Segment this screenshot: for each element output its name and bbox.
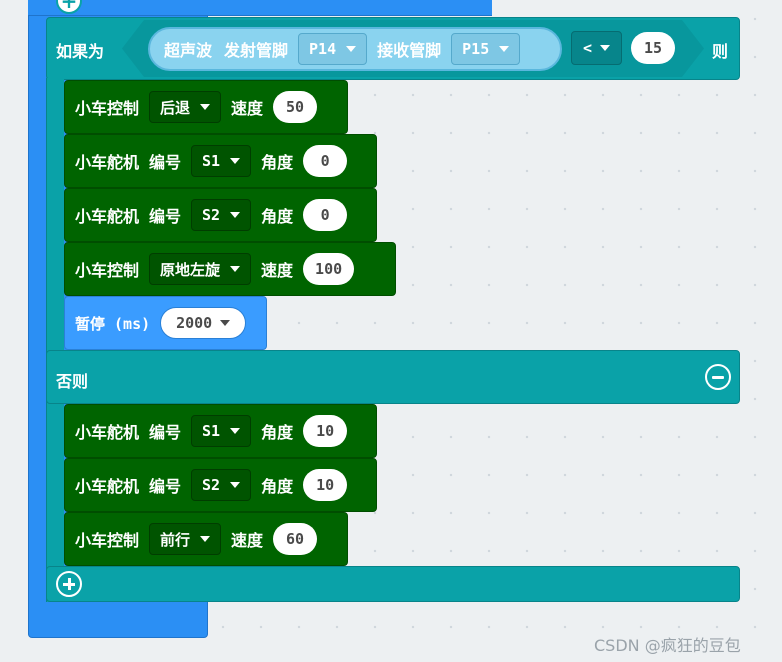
servo-number-label: 编号 [149, 423, 182, 442]
car-control-title: 小车控制 [75, 99, 140, 118]
direction-value: 后退 [160, 98, 191, 117]
plus-circle-icon[interactable] [56, 571, 82, 597]
servo-value: S2 [202, 206, 221, 224]
pause-label: 暂停 (ms) [75, 314, 151, 333]
car-servo-title: 小车舵机 [75, 423, 140, 442]
direction-dropdown[interactable]: 前行 [149, 523, 222, 555]
caret-down-icon [499, 46, 510, 52]
car-servo-block[interactable]: 小车舵机 编号 S1 角度 0 [64, 134, 377, 188]
echo-pin-label: 接收管脚 [377, 41, 442, 60]
else-header[interactable] [46, 350, 740, 404]
caret-down-icon [230, 158, 241, 164]
trig-pin-dropdown[interactable]: P14 [298, 33, 368, 65]
servo-value: S1 [202, 422, 221, 440]
speed-label: 速度 [231, 99, 264, 118]
speed-input[interactable]: 60 [273, 523, 318, 555]
direction-value: 前行 [160, 530, 191, 549]
else-label: 否则 [56, 372, 89, 391]
direction-dropdown[interactable]: 原地左旋 [149, 253, 252, 285]
angle-input[interactable]: 10 [303, 469, 348, 501]
car-servo-title: 小车舵机 [75, 207, 140, 226]
if-block-footer[interactable] [46, 566, 740, 602]
trig-pin-label: 发射管脚 [224, 41, 289, 60]
echo-pin-value: P15 [462, 40, 490, 58]
direction-value: 原地左旋 [160, 260, 221, 279]
compare-operator-dropdown[interactable]: < [571, 31, 622, 65]
loop-top-arm [28, 0, 492, 16]
servo-number-label: 编号 [149, 477, 182, 496]
angle-input[interactable]: 10 [303, 415, 348, 447]
direction-dropdown[interactable]: 后退 [149, 91, 222, 123]
servo-dropdown[interactable]: S2 [191, 469, 252, 501]
watermark: CSDN @疯狂的豆包 [594, 636, 741, 655]
angle-input[interactable]: 0 [303, 199, 348, 231]
car-control-title: 小车控制 [75, 261, 140, 280]
car-servo-block[interactable]: 小车舵机 编号 S2 角度 0 [64, 188, 377, 242]
angle-label: 角度 [261, 153, 294, 172]
compare-operator-value: < [582, 39, 593, 57]
servo-dropdown[interactable]: S2 [191, 199, 252, 231]
car-servo-block[interactable]: 小车舵机 编号 S1 角度 10 [64, 404, 377, 458]
servo-dropdown[interactable]: S1 [191, 415, 252, 447]
caret-down-icon [230, 428, 241, 434]
servo-value: S1 [202, 152, 221, 170]
echo-pin-dropdown[interactable]: P15 [451, 33, 521, 65]
if-block-spine [46, 78, 64, 602]
car-servo-title: 小车舵机 [75, 477, 140, 496]
speed-input[interactable]: 50 [273, 91, 318, 123]
then-label: 则 [712, 42, 729, 61]
compare-value-input[interactable]: 15 [631, 32, 675, 64]
angle-label: 角度 [261, 423, 294, 442]
car-control-block[interactable]: 小车控制 前行 速度 60 [64, 512, 348, 566]
servo-value: S2 [202, 476, 221, 494]
trig-pin-value: P14 [309, 40, 337, 58]
angle-label: 角度 [261, 477, 294, 496]
ultrasonic-reporter[interactable]: 超声波 发射管脚 P14 接收管脚 P15 [148, 27, 562, 71]
ultrasonic-label: 超声波 [164, 41, 213, 60]
caret-down-icon [230, 482, 241, 488]
servo-number-label: 编号 [149, 153, 182, 172]
pause-duration-dropdown[interactable]: 2000 [160, 307, 247, 339]
pause-duration-value: 2000 [176, 314, 213, 332]
servo-dropdown[interactable]: S1 [191, 145, 252, 177]
caret-down-icon [220, 320, 231, 326]
speed-label: 速度 [261, 261, 294, 280]
servo-number-label: 编号 [149, 207, 182, 226]
car-control-block[interactable]: 小车控制 后退 速度 50 [64, 80, 348, 134]
caret-down-icon [600, 45, 611, 51]
speed-input[interactable]: 100 [303, 253, 355, 285]
caret-down-icon [346, 46, 357, 52]
angle-label: 角度 [261, 207, 294, 226]
car-control-title: 小车控制 [75, 531, 140, 550]
car-servo-title: 小车舵机 [75, 153, 140, 172]
pause-block[interactable]: 暂停 (ms) 2000 [64, 296, 267, 350]
car-servo-block[interactable]: 小车舵机 编号 S2 角度 10 [64, 458, 377, 512]
if-label: 如果为 [56, 42, 105, 61]
caret-down-icon [230, 266, 241, 272]
angle-input[interactable]: 0 [303, 145, 348, 177]
car-control-block[interactable]: 小车控制 原地左旋 速度 100 [64, 242, 396, 296]
caret-down-icon [200, 536, 211, 542]
caret-down-icon [230, 212, 241, 218]
minus-circle-icon[interactable] [705, 364, 731, 390]
speed-label: 速度 [231, 531, 264, 550]
caret-down-icon [200, 104, 211, 110]
